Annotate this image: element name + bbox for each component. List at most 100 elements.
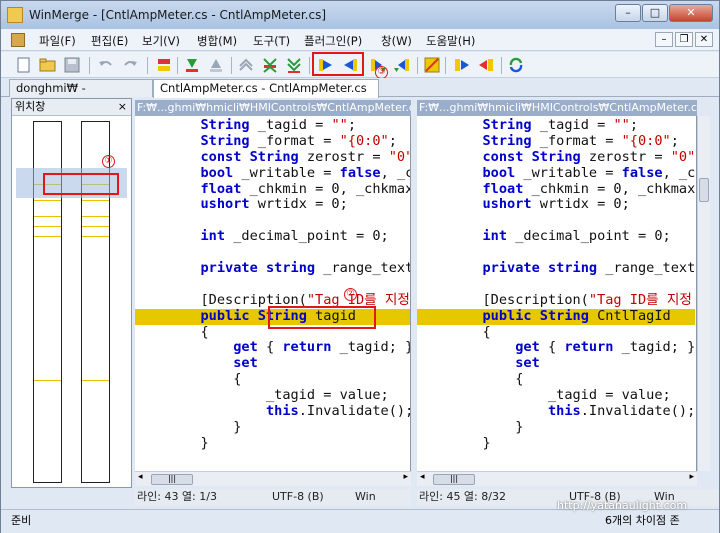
- next-diff-icon[interactable]: [183, 56, 201, 74]
- code-line: }: [135, 434, 209, 451]
- menu-help[interactable]: 도움말(H): [426, 33, 475, 49]
- menu-merge[interactable]: 병합(M): [197, 33, 237, 49]
- app-icon: [7, 7, 23, 23]
- mdi-minimize-button[interactable]: –: [655, 32, 673, 47]
- annotation-marker-2: ②: [344, 288, 357, 301]
- save-icon[interactable]: [63, 56, 81, 74]
- right-hscroll-thumb[interactable]: |||: [433, 474, 475, 485]
- all-left-alt-icon[interactable]: [477, 56, 495, 74]
- code-line: [Description("Tag ID를 지정: [417, 291, 692, 308]
- vertical-scrollbar[interactable]: [697, 116, 710, 471]
- code-line: ushort wrtidx = 0;: [200, 196, 348, 213]
- undo-icon[interactable]: [97, 56, 115, 74]
- code-line: public String CntlTagId: [417, 308, 696, 325]
- diff-marker: [34, 236, 61, 237]
- scroll-right-icon[interactable]: ▸: [689, 472, 694, 482]
- diff-marker: [34, 200, 61, 201]
- toolbar-separator: [445, 57, 446, 74]
- left-eol: Win: [355, 490, 376, 503]
- diff-marker: [82, 236, 109, 237]
- right-code-pane[interactable]: String _tagid = ""; String _format = "{0…: [417, 116, 697, 471]
- minimize-button[interactable]: –: [615, 4, 641, 22]
- code-line: float _chkmin = 0, _chkmax: [200, 180, 411, 197]
- new-icon[interactable]: [15, 56, 33, 74]
- code-line: ushort wrtidx = 0;: [482, 196, 630, 213]
- code-line: _tagid = value;: [135, 387, 389, 404]
- location-pane: 위치창 × ①: [11, 98, 132, 488]
- all-left-icon[interactable]: [453, 56, 471, 74]
- code-line: private string _range_text: [200, 260, 411, 277]
- diff-marker: [82, 380, 109, 381]
- code-line: set: [515, 355, 540, 372]
- first-diff-icon[interactable]: [237, 56, 255, 74]
- mdi-close-button[interactable]: ✕: [695, 32, 713, 47]
- menu-plugins[interactable]: 플러그인(P): [304, 33, 362, 49]
- winmerge-window: WinMerge - [CntlAmpMeter.cs - CntlAmpMet…: [0, 0, 720, 533]
- current-diff-icon[interactable]: [261, 56, 279, 74]
- toolbar-separator: [231, 57, 232, 74]
- diff-marker: [34, 226, 61, 227]
- code-line: bool _writable = false, _c: [200, 164, 411, 181]
- diff-marker: [34, 380, 61, 381]
- code-line: String _tagid = "";: [482, 117, 638, 133]
- left-hscroll-thumb[interactable]: |||: [151, 474, 193, 485]
- right-cursor-position: 라인: 45 열: 8/32: [419, 490, 506, 503]
- copy-left-advance-icon[interactable]: [393, 56, 411, 74]
- window-title: WinMerge - [CntlAmpMeter.cs - CntlAmpMet…: [29, 8, 326, 22]
- code-line: int _decimal_point = 0;: [482, 228, 671, 245]
- mark-icon[interactable]: [155, 56, 173, 74]
- open-icon[interactable]: [39, 56, 57, 74]
- mdi-restore-button[interactable]: ❐: [675, 32, 693, 47]
- vertical-scroll-thumb[interactable]: [699, 178, 709, 202]
- all-right-icon[interactable]: [423, 56, 441, 74]
- scroll-left-icon[interactable]: ◂: [420, 472, 425, 482]
- toolbar-separator: [177, 57, 178, 74]
- left-code-pane[interactable]: String _tagid = ""; String _format = "{0…: [135, 116, 411, 471]
- diff-marker: [82, 226, 109, 227]
- right-horizontal-scrollbar[interactable]: ◂ ||| ▸: [417, 471, 697, 486]
- left-horizontal-scrollbar[interactable]: ◂ ||| ▸: [135, 471, 411, 486]
- toolbar-separator: [309, 57, 310, 74]
- toolbar-separator: [501, 57, 502, 74]
- annotation-box-changed-text: [268, 306, 376, 329]
- menu-view[interactable]: 보기(V): [142, 33, 180, 49]
- code-line: set: [233, 355, 258, 372]
- code-line: const String zerostr = "0": [482, 148, 696, 165]
- last-diff-icon[interactable]: [285, 56, 303, 74]
- toolbar: ③: [1, 52, 719, 79]
- menu-edit[interactable]: 편집(E): [91, 33, 128, 49]
- refresh-icon[interactable]: [507, 56, 525, 74]
- status-bar: 준비 6개의 차이점 존: [1, 509, 719, 533]
- code-line: }: [135, 418, 242, 435]
- left-status: 라인: 43 열: 1/3 UTF-8 (B) Win: [135, 489, 411, 506]
- tab-folder-compare[interactable]: donghmi₩ - donghmi₩: [9, 79, 153, 112]
- prev-diff-icon[interactable]: [207, 56, 225, 74]
- diff-marker: [34, 216, 61, 217]
- code-line: const String zerostr = "0": [200, 148, 411, 165]
- code-line: String _format = "{0:0";: [200, 132, 397, 149]
- menu-tools[interactable]: 도구(T): [253, 33, 290, 49]
- menu-window[interactable]: 창(W): [381, 33, 412, 49]
- code-line: {: [417, 323, 491, 340]
- location-pane-close-button[interactable]: ×: [118, 99, 127, 115]
- tab-file-compare[interactable]: CntlAmpMeter.cs - CntlAmpMeter.cs: [153, 79, 379, 98]
- menu-bar: 파일(F) 편집(E) 보기(V) 병합(M) 도구(T) 플러그인(P) 창(…: [1, 29, 719, 51]
- close-button[interactable]: ✕: [669, 4, 713, 22]
- title-bar: WinMerge - [CntlAmpMeter.cs - CntlAmpMet…: [1, 1, 719, 29]
- redo-icon[interactable]: [121, 56, 139, 74]
- code-line: {: [135, 371, 242, 388]
- scroll-right-icon[interactable]: ▸: [403, 472, 408, 482]
- code-line: private string _range_text: [482, 260, 696, 277]
- scroll-left-icon[interactable]: ◂: [138, 472, 143, 482]
- code-line: String _format = "{0:0";: [482, 132, 679, 149]
- code-line: }: [417, 434, 491, 451]
- code-line: int _decimal_point = 0;: [200, 228, 389, 245]
- diff-marker: [82, 200, 109, 201]
- menu-file[interactable]: 파일(F): [39, 33, 76, 49]
- maximize-button[interactable]: □: [642, 4, 668, 22]
